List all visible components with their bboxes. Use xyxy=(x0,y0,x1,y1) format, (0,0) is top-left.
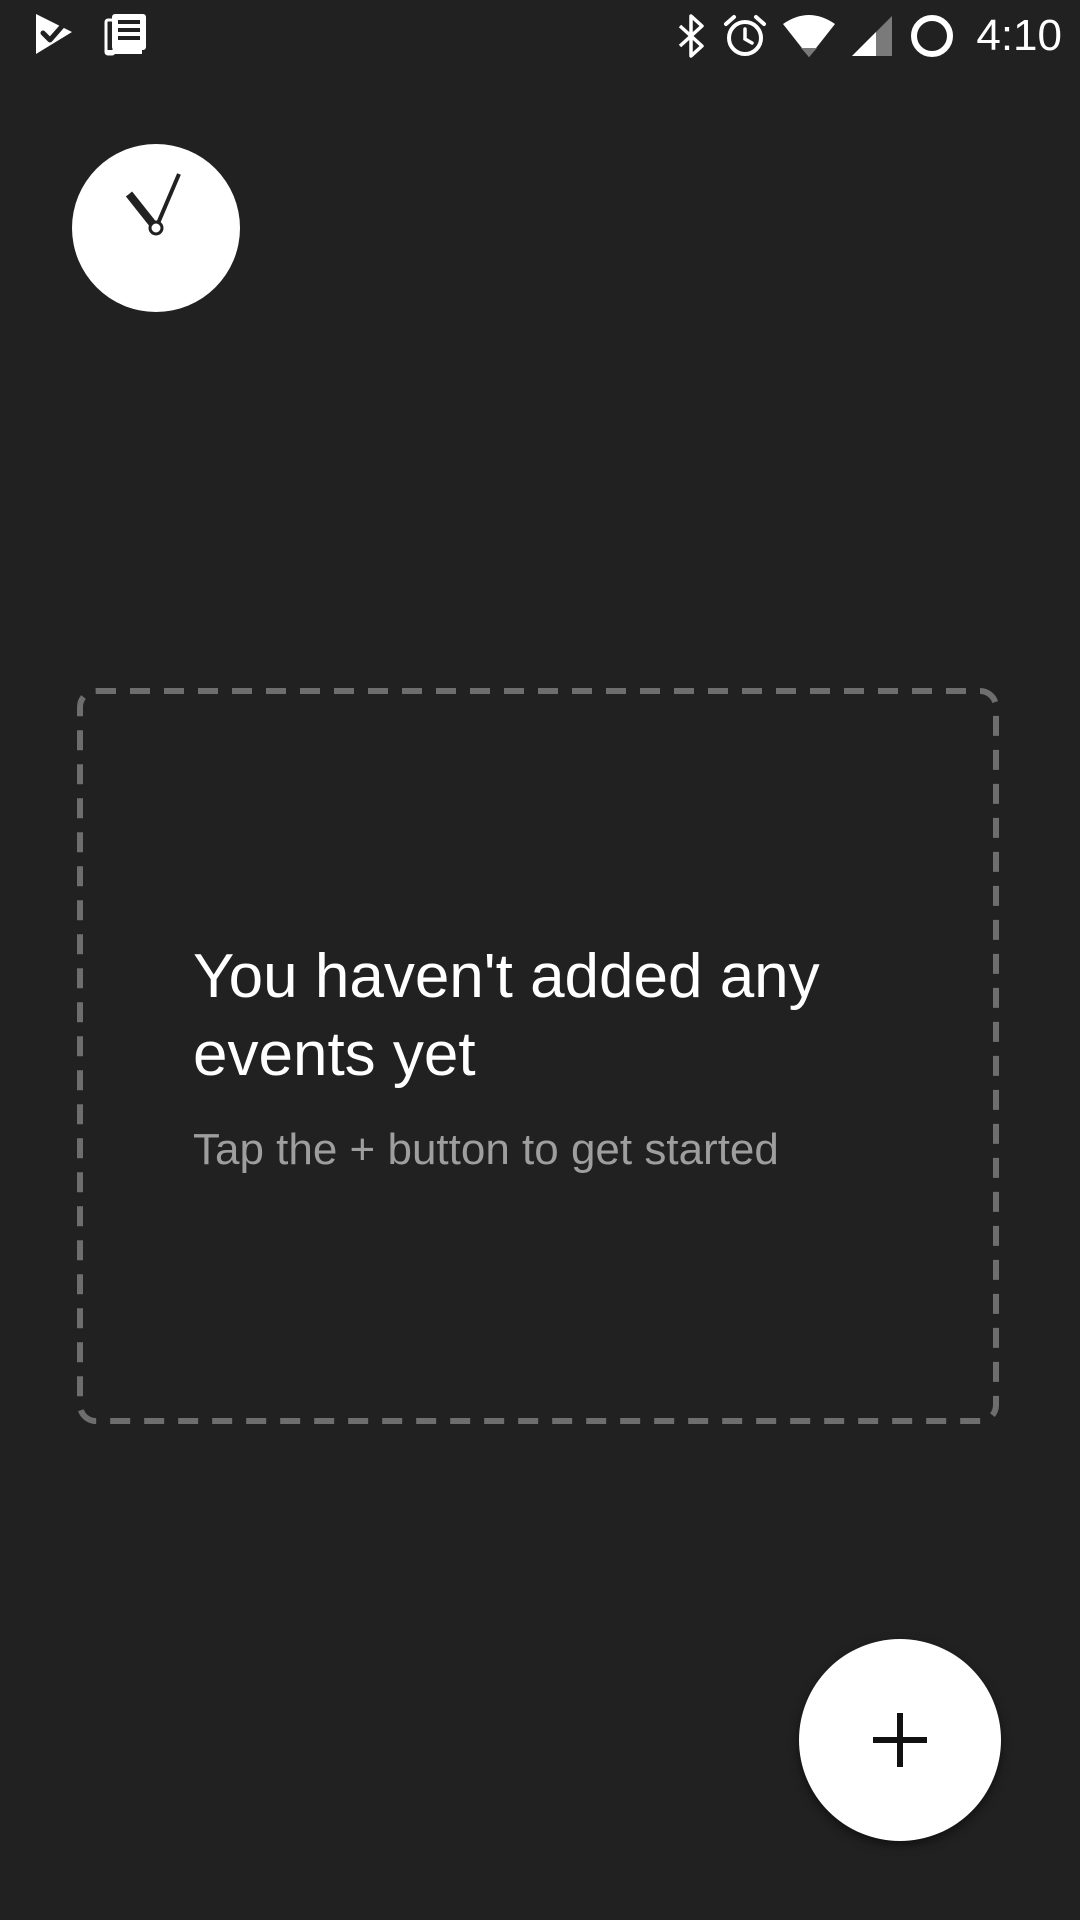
empty-state-subtitle: Tap the + button to get started xyxy=(193,1125,779,1174)
wifi-icon xyxy=(782,14,836,58)
app-screen: 4:10 You haven't added any events yet Ta… xyxy=(0,0,1080,1920)
status-bar-right: 4:10 xyxy=(674,8,1062,64)
empty-state-card: You haven't added any events yet Tap the… xyxy=(77,688,999,1424)
empty-state-title: You haven't added any events yet xyxy=(193,942,820,1089)
battery-ring-icon xyxy=(908,12,956,60)
alarm-icon xyxy=(722,13,768,59)
plus-icon xyxy=(873,1713,927,1767)
status-bar-left xyxy=(34,12,148,56)
news-icon xyxy=(104,12,148,56)
cell-signal-icon xyxy=(850,14,894,58)
clock-icon xyxy=(125,173,181,236)
clock-avatar-button[interactable] xyxy=(72,144,240,312)
add-event-button[interactable] xyxy=(799,1639,1001,1841)
status-bar: 4:10 xyxy=(0,0,1080,72)
status-time: 4:10 xyxy=(976,11,1062,60)
tasks-check-icon xyxy=(34,12,74,56)
bluetooth-icon xyxy=(674,13,708,59)
